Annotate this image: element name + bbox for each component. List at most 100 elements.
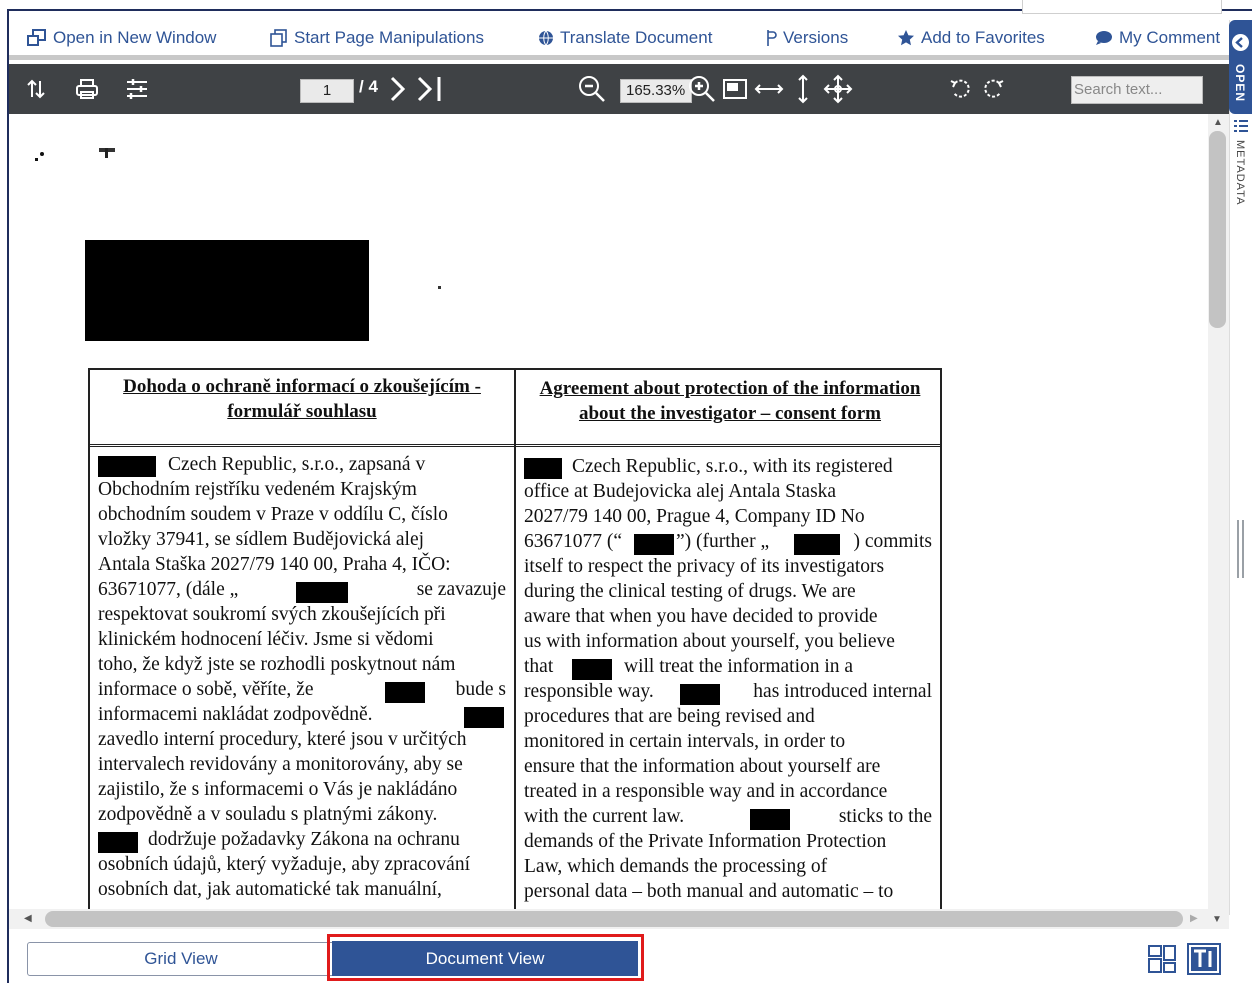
open-arrow-icon xyxy=(1232,34,1249,51)
scroll-right-arrow-icon[interactable]: ▶ xyxy=(1190,913,1198,924)
redacted-short-name xyxy=(634,534,674,555)
rotate-right-icon[interactable] xyxy=(979,64,1007,114)
print-icon[interactable] xyxy=(73,64,101,114)
redacted-short-name xyxy=(572,659,612,680)
czech-line: intervalech revidovány a monitorovány, a… xyxy=(98,754,463,775)
czech-line: osobních údajů, který vyžaduje, aby zpra… xyxy=(98,854,470,875)
globe-icon xyxy=(539,30,553,45)
pan-move-icon[interactable] xyxy=(821,64,855,114)
open-in-new-window-label: Open in New Window xyxy=(53,27,217,47)
action-bar: Open in New Window Start Page Manipulati… xyxy=(9,20,1229,60)
vertical-scroll-thumb[interactable] xyxy=(1209,131,1226,328)
zoom-in-icon[interactable] xyxy=(686,64,718,114)
english-line: personal data – both manual and automati… xyxy=(524,881,894,902)
rotate-left-icon[interactable] xyxy=(947,64,975,114)
scroll-up-arrow-icon[interactable]: ▲ xyxy=(1213,117,1223,128)
english-line: ”) (further „ xyxy=(676,531,770,552)
english-line: itself to respect the privacy of its inv… xyxy=(524,556,885,577)
metadata-tab-label[interactable]: METADATA xyxy=(1234,140,1246,205)
my-comment-label: My Comment xyxy=(1119,27,1221,47)
redacted-short-name xyxy=(98,832,138,853)
redacted-company-name xyxy=(98,456,156,477)
czech-line: se zavazuje xyxy=(416,579,506,600)
fit-width-icon[interactable] xyxy=(753,64,785,114)
czech-line: informace o sobě, věříte, že xyxy=(98,679,314,700)
czech-line: obchodním soudem v Praze v oddílu C, čís… xyxy=(98,504,448,525)
english-line: will treat the information in a xyxy=(624,656,854,677)
english-line: demands of the Private Information Prote… xyxy=(524,831,887,852)
panel-resize-grip[interactable] xyxy=(1237,520,1244,578)
redacted-logo xyxy=(85,240,369,341)
versions-icon xyxy=(767,29,777,46)
open-label: OPEN xyxy=(1233,64,1247,103)
czech-line: bude s xyxy=(455,679,506,700)
new-window-icon xyxy=(27,28,46,46)
czech-line: dodržuje požadavky Zákona na ochranu xyxy=(148,829,460,850)
settings-sliders-icon[interactable] xyxy=(123,64,151,114)
english-line: with the current law. xyxy=(524,806,685,827)
english-line: procedures that are being revised and xyxy=(524,706,815,727)
text-view-icon[interactable] xyxy=(1186,942,1222,981)
czech-line: 63671077, (dále „ xyxy=(98,579,239,600)
page-total: / 4 xyxy=(359,77,378,96)
english-line: treated in a responsible way and in acco… xyxy=(524,781,888,802)
czech-line: Czech Republic, s.r.o., zapsaná v xyxy=(168,454,426,475)
scroll-left-arrow-icon[interactable]: ◀ xyxy=(24,913,32,924)
versions-label: Versions xyxy=(783,27,849,47)
layout-switch-icon[interactable] xyxy=(1147,944,1177,979)
fit-height-icon[interactable] xyxy=(793,64,813,114)
translate-document-button[interactable]: Translate Document xyxy=(538,28,712,48)
czech-line: zodpovědně a v souladu s platnými zákony… xyxy=(98,804,438,825)
zoom-out-icon[interactable] xyxy=(576,64,608,114)
czech-line: informacemi nakládat zodpovědně. xyxy=(98,704,373,725)
czech-line: zajistilo, že s informacemi o Vás je nak… xyxy=(98,779,458,800)
grid-view-button[interactable]: Grid View xyxy=(27,942,335,976)
sort-arrows-icon[interactable] xyxy=(23,64,49,114)
english-line: has introduced internal xyxy=(753,681,932,702)
czech-line: zavedlo interní procedury, které jsou v … xyxy=(98,729,467,750)
document-view-button[interactable]: Document View xyxy=(332,941,638,976)
viewer-toolbar: 1 / 4 165.33% Search text... xyxy=(9,64,1229,114)
scroll-down-arrow-icon[interactable]: ▼ xyxy=(1212,914,1222,925)
consent-form-table: Dohoda o ochraně informací o zkoušejícím… xyxy=(88,368,942,909)
english-line: that xyxy=(524,656,554,677)
czech-line: osobních dat, jak automatické tak manuál… xyxy=(98,879,442,900)
czech-line: toho, že když jste se rozhodli poskytnou… xyxy=(98,654,456,675)
zoom-level-input[interactable]: 165.33% xyxy=(620,79,692,103)
redacted-short-name xyxy=(296,582,348,603)
my-comment-button[interactable]: My Comment xyxy=(1095,28,1220,48)
redacted-short-name xyxy=(750,809,790,830)
english-line: 63671077 (“ xyxy=(524,531,623,552)
comment-icon xyxy=(1096,30,1112,45)
redacted-short-name xyxy=(464,707,504,728)
document-viewport[interactable]: Dohoda o ochraně informací o zkoušejícím… xyxy=(9,114,1208,909)
versions-button[interactable]: Versions xyxy=(765,28,848,48)
redacted-short-name xyxy=(385,682,425,703)
add-to-favorites-label: Add to Favorites xyxy=(921,27,1045,47)
english-line: responsible way. xyxy=(524,681,654,702)
english-line: during the clinical testing of drugs. We… xyxy=(524,581,856,602)
english-line: us with information about yourself, you … xyxy=(524,631,895,652)
english-line: ) commits xyxy=(853,531,932,552)
english-line: monitored in certain intervals, in order… xyxy=(524,731,846,752)
table-header-divider xyxy=(90,444,940,447)
open-in-new-window-button[interactable]: Open in New Window xyxy=(27,28,216,48)
search-text-input[interactable]: Search text... xyxy=(1071,76,1203,104)
english-line: Law, which demands the processing of xyxy=(524,856,828,877)
page-number-input[interactable]: 1 xyxy=(300,79,354,103)
star-icon xyxy=(898,29,914,45)
table-column-divider xyxy=(514,370,516,909)
fit-page-icon[interactable] xyxy=(721,64,749,114)
redacted-short-name xyxy=(794,534,840,555)
translate-document-label: Translate Document xyxy=(560,27,713,47)
horizontal-scroll-thumb[interactable] xyxy=(45,911,1183,927)
english-line: aware that when you have decided to prov… xyxy=(524,606,878,627)
english-line: ensure that the information about yourse… xyxy=(524,756,881,777)
list-icon[interactable] xyxy=(1234,119,1248,138)
add-to-favorites-button[interactable]: Add to Favorites xyxy=(897,28,1045,48)
last-page-icon[interactable] xyxy=(414,64,446,114)
next-page-icon[interactable] xyxy=(387,64,409,114)
start-page-manipulations-button[interactable]: Start Page Manipulations xyxy=(270,28,484,48)
page-manipulation-icon xyxy=(270,28,287,47)
english-line: Czech Republic, s.r.o., with its registe… xyxy=(572,456,893,477)
